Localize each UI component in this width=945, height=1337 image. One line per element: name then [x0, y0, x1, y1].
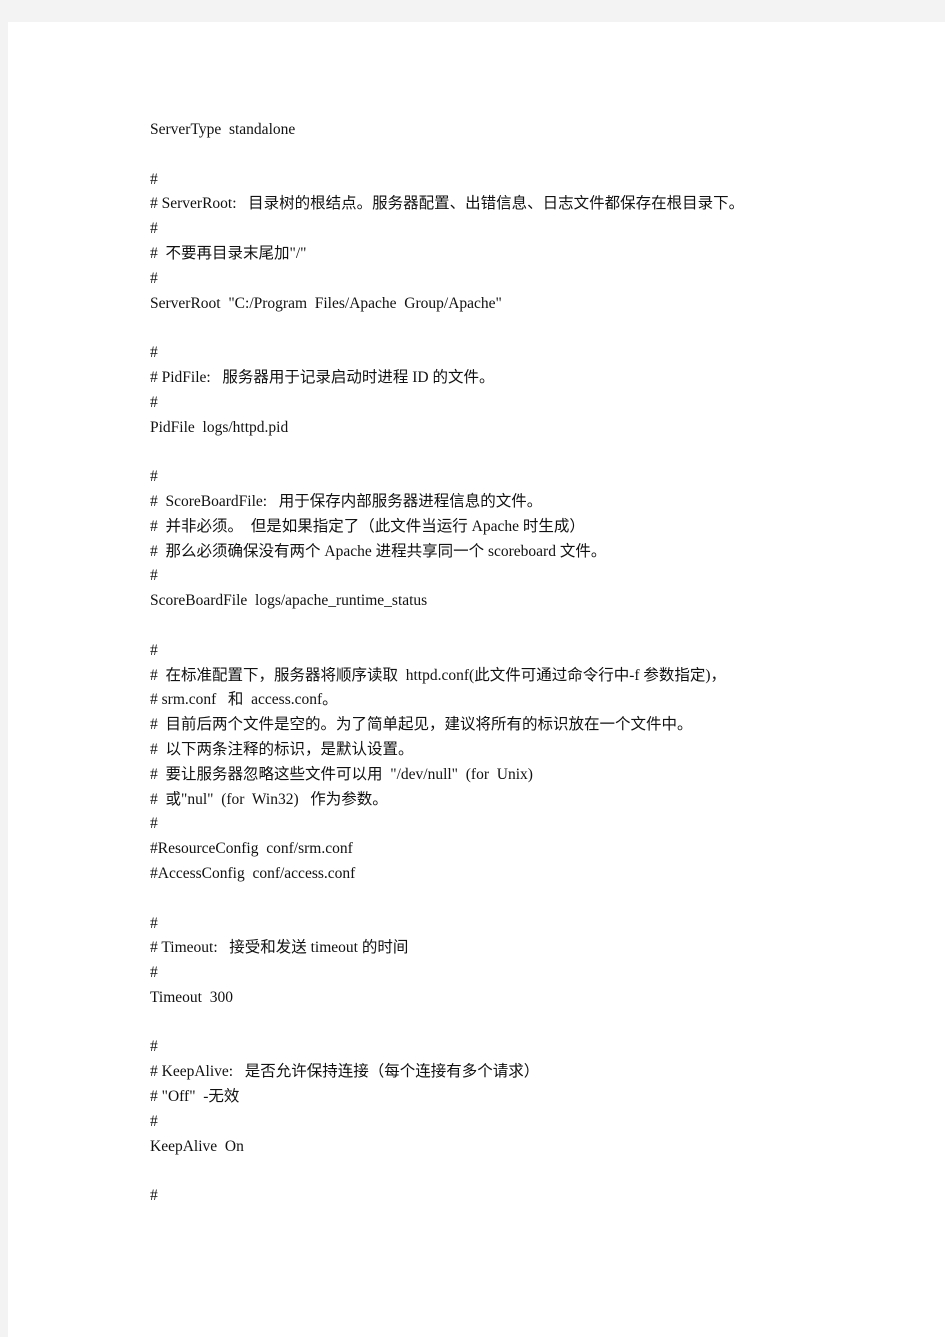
text-line: # 目前后两个文件是空的。为了简单起见，建议将所有的标识放在一个文件中。 [150, 716, 693, 734]
text-line: Timeout 300 [150, 988, 233, 1006]
text-line: # PidFile: 服务器用于记录启动时进程 ID 的文件。 [150, 368, 495, 386]
document-page: ServerType standalone # # ServerRoot: 目录… [8, 22, 945, 1337]
text-line [150, 440, 850, 465]
text-line: # 不要再目录末尾加"/" [150, 244, 307, 262]
text-line [150, 614, 850, 639]
text-line: # srm.conf 和 access.conf。 [150, 691, 338, 709]
text-line: KeepAlive On [150, 1137, 244, 1155]
text-line: # [150, 468, 158, 486]
text-line: # [150, 269, 158, 287]
text-line: # [150, 815, 158, 833]
text-line: # 要让服务器忽略这些文件可以用 "/dev/null" (for Unix) [150, 765, 533, 783]
text-line: # [150, 393, 158, 411]
text-line: # 以下两条注释的标识，是默认设置。 [150, 740, 414, 758]
text-line: # Timeout: 接受和发送 timeout 的时间 [150, 939, 409, 957]
text-line: # ScoreBoardFile: 用于保存内部服务器进程信息的文件。 [150, 492, 543, 510]
document-content: ServerType standalone # # ServerRoot: 目录… [150, 118, 850, 1209]
text-line: # [150, 170, 158, 188]
text-line: ScoreBoardFile logs/apache_runtime_statu… [150, 592, 428, 610]
text-line: # KeepAlive: 是否允许保持连接（每个连接有多个请求） [150, 1063, 540, 1081]
text-line: # [150, 567, 158, 585]
text-line [150, 887, 850, 912]
text-line: # 那么必须确保没有两个 Apache 进程共享同一个 scoreboard 文… [150, 542, 607, 560]
text-line: # [150, 1112, 158, 1130]
text-line: # [150, 344, 158, 362]
text-line [150, 316, 850, 341]
text-line: ServerType standalone [150, 121, 296, 138]
text-line: # [150, 641, 158, 659]
text-line: # [150, 220, 158, 238]
text-line: # 或"nul" (for Win32) 作为参数。 [150, 790, 388, 808]
text-line: # [150, 914, 158, 932]
text-line: # [150, 1038, 158, 1056]
text-line: #AccessConfig conf/access.conf [150, 864, 356, 882]
text-line: ServerRoot "C:/Program Files/Apache Grou… [150, 294, 502, 312]
text-line: PidFile logs/httpd.pid [150, 418, 289, 436]
text-line: # "Off" -无效 [150, 1088, 240, 1106]
text-line: # ServerRoot: 目录树的根结点。服务器配置、出错信息、日志文件都保存… [150, 195, 745, 213]
text-line [150, 1159, 850, 1184]
text-line [150, 1011, 850, 1036]
text-line: #ResourceConfig conf/srm.conf [150, 840, 353, 858]
text-line: # 在标准配置下，服务器将顺序读取 httpd.conf(此文件可通过命令行中-… [150, 666, 727, 684]
text-line: # [150, 964, 158, 982]
text-line [150, 143, 850, 168]
text-line: # [150, 1187, 158, 1205]
text-line: # 并非必须。 但是如果指定了（此文件当运行 Apache 时生成） [150, 517, 585, 535]
